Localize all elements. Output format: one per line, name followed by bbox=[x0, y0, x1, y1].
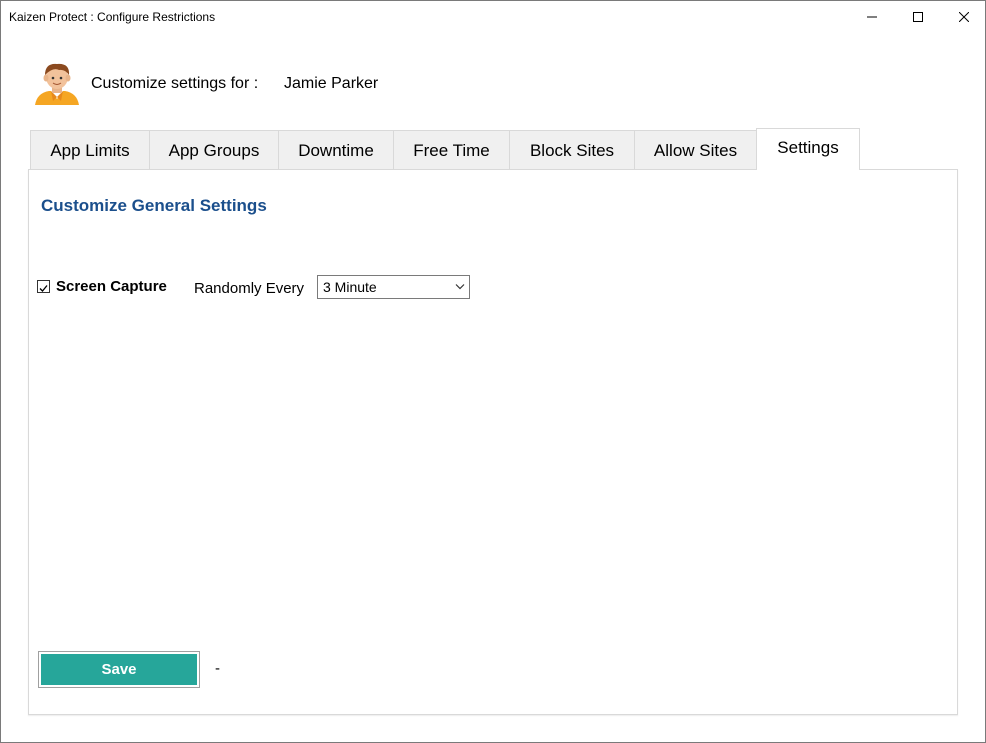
tab-app-limits[interactable]: App Limits bbox=[30, 130, 150, 170]
save-button[interactable]: Save bbox=[38, 651, 200, 688]
app-window: Kaizen Protect : Configure Restrictions … bbox=[0, 0, 986, 743]
customize-label: Customize settings for : bbox=[91, 75, 259, 92]
window-title: Kaizen Protect : Configure Restrictions bbox=[9, 10, 216, 24]
status-text: - bbox=[215, 660, 220, 677]
tab-block-sites[interactable]: Block Sites bbox=[509, 130, 635, 170]
checkmark-icon bbox=[39, 285, 48, 292]
tab-allow-sites[interactable]: Allow Sites bbox=[634, 130, 757, 170]
screen-capture-checkbox[interactable] bbox=[37, 280, 50, 293]
minimize-button[interactable] bbox=[849, 1, 895, 32]
user-name: Jamie Parker bbox=[284, 75, 379, 92]
save-button-label: Save bbox=[41, 654, 197, 685]
settings-panel: Customize General Settings Screen Captur… bbox=[28, 169, 958, 715]
section-title: Customize General Settings bbox=[41, 196, 267, 215]
close-button[interactable] bbox=[941, 1, 986, 32]
chevron-down-icon bbox=[455, 284, 465, 290]
maximize-icon bbox=[913, 11, 923, 22]
interval-select[interactable]: 3 Minute bbox=[317, 275, 470, 299]
maximize-button[interactable] bbox=[895, 1, 941, 32]
interval-select-value: 3 Minute bbox=[323, 279, 377, 295]
tab-bar: App Limits App Groups Downtime Free Time… bbox=[30, 128, 860, 170]
randomly-every-label: Randomly Every bbox=[194, 280, 305, 297]
minimize-icon bbox=[867, 16, 877, 17]
tab-free-time[interactable]: Free Time bbox=[393, 130, 510, 170]
tab-settings[interactable]: Settings bbox=[756, 128, 860, 170]
close-icon bbox=[959, 11, 969, 22]
avatar-icon bbox=[35, 63, 79, 105]
tab-downtime[interactable]: Downtime bbox=[278, 130, 394, 170]
tab-app-groups[interactable]: App Groups bbox=[149, 130, 279, 170]
title-bar[interactable]: Kaizen Protect : Configure Restrictions bbox=[1, 1, 985, 32]
screen-capture-label[interactable]: Screen Capture bbox=[56, 278, 167, 295]
